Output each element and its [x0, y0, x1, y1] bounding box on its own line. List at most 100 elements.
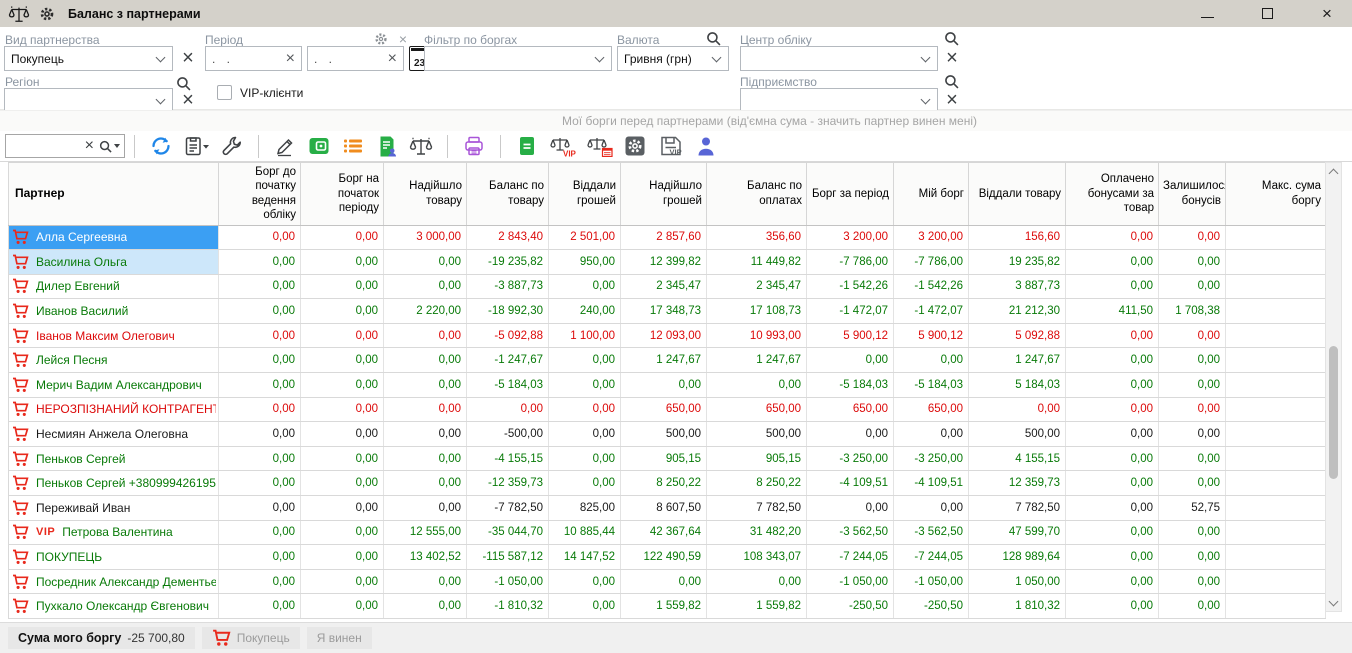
partner-cell[interactable]: НЕРОЗПІЗНАНИЙ КОНТРАГЕНТ: [9, 397, 219, 422]
refresh-button[interactable]: [146, 133, 176, 160]
partner-cell[interactable]: Василина Ольга: [9, 250, 219, 275]
currency-search-icon[interactable]: [706, 31, 721, 46]
period-from-field[interactable]: . .×: [205, 46, 302, 71]
column-header-7[interactable]: Баланс по оплатах: [707, 163, 807, 226]
column-header-6[interactable]: Надійшло грошей: [621, 163, 707, 226]
value-cell: 0,00: [301, 250, 384, 275]
debt-filter-select[interactable]: [424, 46, 612, 71]
value-cell: 0,00: [1066, 397, 1159, 422]
person-button[interactable]: [691, 133, 721, 160]
table-row[interactable]: Пухкало Олександр Євгенович0,000,000,00-…: [9, 594, 1326, 619]
enterprise-clear-button[interactable]: ×: [943, 91, 961, 111]
table-row[interactable]: Василина Ольга0,000,000,00-19 235,82950,…: [9, 250, 1326, 275]
partner-cell[interactable]: Переживай Иван: [9, 496, 219, 521]
enterprise-search-icon[interactable]: [944, 74, 959, 89]
scales-button[interactable]: [406, 133, 436, 160]
value-cell: 0,00: [384, 348, 467, 373]
clear-date-icon[interactable]: ×: [388, 52, 397, 66]
partner-cell[interactable]: Дилер Евгений: [9, 274, 219, 299]
partner-cell[interactable]: Мерич Вадим Александрович: [9, 373, 219, 398]
clear-date-icon[interactable]: ×: [286, 52, 295, 66]
wrench-button[interactable]: [217, 133, 247, 160]
partner-cell[interactable]: VIPПетрова Валентина: [9, 520, 219, 545]
currency-select[interactable]: Гривня (грн): [617, 46, 729, 71]
column-header-13[interactable]: Макс. сума боргу: [1226, 163, 1326, 226]
column-header-11[interactable]: Оплачено бонусами за товар: [1066, 163, 1159, 226]
period-settings-icon[interactable]: [374, 32, 388, 46]
maximize-button[interactable]: [1260, 7, 1274, 21]
search-clear-icon[interactable]: ×: [85, 139, 94, 153]
search-input[interactable]: [10, 139, 85, 153]
search-icon[interactable]: [99, 140, 112, 153]
table-row[interactable]: Пеньков Сергей +3809994261950,000,000,00…: [9, 471, 1326, 496]
partner-cell[interactable]: Иванов Василий: [9, 299, 219, 324]
account-center-select[interactable]: [740, 46, 938, 71]
partner-cell[interactable]: Іванов Максим Олегович: [9, 323, 219, 348]
table-row[interactable]: Несмиян Анжела Олеговна0,000,000,00-500,…: [9, 422, 1326, 447]
scales-vip-button[interactable]: VIP: [546, 133, 579, 160]
table-row[interactable]: ПОКУПЕЦЬ0,000,0013 402,52-115 587,1214 1…: [9, 545, 1326, 570]
report-clipboard-button[interactable]: [180, 133, 213, 160]
scales-calendar-button[interactable]: [583, 133, 616, 160]
table-row[interactable]: Пеньков Сергей0,000,000,00-4 155,150,009…: [9, 446, 1326, 471]
close-button[interactable]: ×: [1320, 7, 1334, 21]
cart-icon: [12, 574, 29, 590]
column-header-8[interactable]: Борг за період: [807, 163, 894, 226]
column-header-10[interactable]: Віддали товару: [969, 163, 1066, 226]
minimize-button[interactable]: [1200, 7, 1214, 21]
document-person-button[interactable]: [372, 133, 402, 160]
table-row[interactable]: Посредник Александр Дементьев0,000,000,0…: [9, 569, 1326, 594]
account-center-clear-button[interactable]: ×: [943, 49, 961, 69]
vertical-scrollbar[interactable]: [1325, 162, 1342, 612]
search-box[interactable]: ×: [5, 134, 125, 158]
vip-clients-checkbox[interactable]: [217, 85, 232, 100]
partner-cell[interactable]: Пеньков Сергей +380999426195: [9, 471, 219, 496]
value-cell: 500,00: [621, 422, 707, 447]
order-list-button[interactable]: [338, 133, 368, 160]
column-header-2[interactable]: Борг на початок періоду: [301, 163, 384, 226]
table-row[interactable]: VIPПетрова Валентина0,000,0012 555,00-35…: [9, 520, 1326, 545]
column-header-4[interactable]: Баланс по товару: [467, 163, 549, 226]
partner-cell[interactable]: Алла Сергеевна: [9, 225, 219, 250]
column-header-3[interactable]: Надійшло товару: [384, 163, 467, 226]
partner-cell[interactable]: Несмиян Анжела Олеговна: [9, 422, 219, 447]
table-row[interactable]: Дилер Евгений0,000,000,00-3 887,730,002 …: [9, 274, 1326, 299]
value-cell: 0,00: [219, 496, 301, 521]
scroll-down-button[interactable]: [1326, 595, 1341, 611]
table-row[interactable]: Переживай Иван0,000,000,00-7 782,50825,0…: [9, 496, 1326, 521]
scroll-up-button[interactable]: [1326, 163, 1341, 179]
partner-cell[interactable]: Лейся Песня: [9, 348, 219, 373]
partnership-clear-button[interactable]: ×: [179, 49, 197, 69]
partnership-select[interactable]: Покупець: [4, 46, 173, 71]
table-row[interactable]: Іванов Максим Олегович0,000,000,00-5 092…: [9, 323, 1326, 348]
region-clear-button[interactable]: ×: [179, 91, 197, 111]
value-cell: 17 108,73: [707, 299, 807, 324]
table-row[interactable]: Алла Сергеевна0,000,003 000,002 843,402 …: [9, 225, 1326, 250]
value-cell: 905,15: [621, 446, 707, 471]
search-options-caret[interactable]: [114, 144, 120, 148]
partner-cell[interactable]: Пеньков Сергей: [9, 446, 219, 471]
period-to-field[interactable]: . .×: [307, 46, 404, 71]
document-green-button[interactable]: [512, 133, 542, 160]
column-header-1[interactable]: Борг до початку ведення обліку: [219, 163, 301, 226]
save-vip-button[interactable]: VIP: [654, 133, 687, 160]
table-row[interactable]: Мерич Вадим Александрович0,000,000,00-5 …: [9, 373, 1326, 398]
scrollbar-thumb[interactable]: [1329, 346, 1338, 479]
table-row[interactable]: Иванов Василий0,000,002 220,00-18 992,30…: [9, 299, 1326, 324]
column-header-5[interactable]: Віддали грошей: [549, 163, 621, 226]
partner-cell[interactable]: ПОКУПЕЦЬ: [9, 545, 219, 570]
partner-cell[interactable]: Пухкало Олександр Євгенович: [9, 594, 219, 619]
period-clear-button[interactable]: ×: [396, 32, 410, 46]
settings-gear-button[interactable]: [620, 133, 650, 160]
column-header-partner[interactable]: Партнер: [9, 163, 219, 226]
partner-cell[interactable]: Посредник Александр Дементьев: [9, 569, 219, 594]
printer-button[interactable]: [459, 133, 489, 160]
table-row[interactable]: Лейся Песня0,000,000,00-1 247,670,001 24…: [9, 348, 1326, 373]
edit-pencil-button[interactable]: [270, 133, 300, 160]
column-header-9[interactable]: Мій борг: [894, 163, 969, 226]
value-cell: 2 345,47: [707, 274, 807, 299]
table-row[interactable]: НЕРОЗПІЗНАНИЙ КОНТРАГЕНТ0,000,000,000,00…: [9, 397, 1326, 422]
account-center-search-icon[interactable]: [944, 31, 959, 46]
wallet-button[interactable]: [304, 133, 334, 160]
column-header-12[interactable]: Залишилося бонусів: [1159, 163, 1226, 226]
